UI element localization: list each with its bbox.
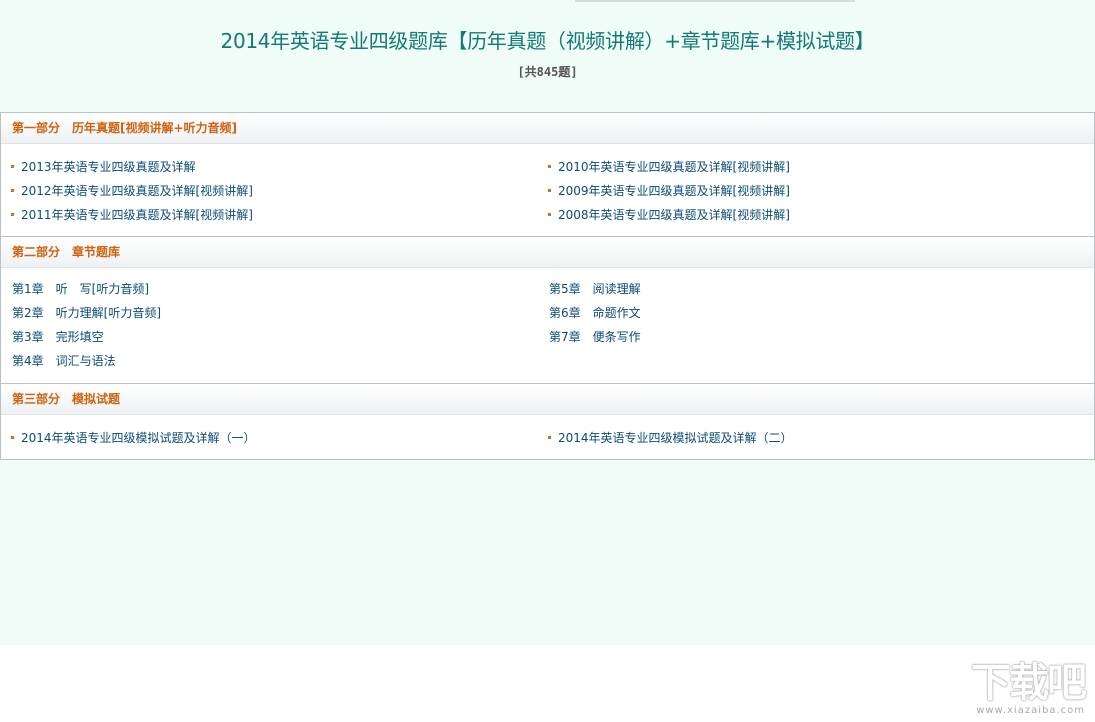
section-heading: 第二部分 章节题库 <box>1 237 1094 268</box>
watermark-logo: 下载吧 www.xiazaiba.com <box>971 660 1087 716</box>
link-2008-exam[interactable]: 2008年英语专业四级真题及详解[视频讲解] <box>548 207 790 223</box>
watermark-text: 下载吧 <box>971 660 1087 706</box>
link-2012-exam[interactable]: 2012年英语专业四级真题及详解[视频讲解] <box>11 183 253 199</box>
top-edge-shadow <box>575 0 855 2</box>
section-chapter-bank: 第二部分 章节题库 第1章 听 写[听力音频] 第2章 听力理解[听力音频] 第… <box>1 236 1094 383</box>
link-chapter-3[interactable]: 第3章 完形填空 <box>12 329 104 345</box>
link-chapter-2[interactable]: 第2章 听力理解[听力音频] <box>12 305 161 321</box>
link-2011-exam[interactable]: 2011年英语专业四级真题及详解[视频讲解] <box>11 207 253 223</box>
link-mock-exam-1[interactable]: 2014年英语专业四级模拟试题及详解（一） <box>11 430 256 446</box>
link-chapter-4[interactable]: 第4章 词汇与语法 <box>12 353 116 369</box>
question-count: [共845题] <box>517 65 578 79</box>
section-past-exams: 第一部分 历年真题[视频讲解+听力音频] 2013年英语专业四级真题及详解 20… <box>1 113 1094 236</box>
link-2009-exam[interactable]: 2009年英语专业四级真题及详解[视频讲解] <box>548 183 790 199</box>
contents-table: 第一部分 历年真题[视频讲解+听力音频] 2013年英语专业四级真题及详解 20… <box>0 112 1095 460</box>
link-2013-exam[interactable]: 2013年英语专业四级真题及详解 <box>11 159 196 175</box>
page-title: 2014年英语专业四级题库【历年真题（视频讲解）+章节题库+模拟试题】 <box>220 29 875 53</box>
section-heading: 第三部分 模拟试题 <box>1 384 1094 415</box>
link-mock-exam-2[interactable]: 2014年英语专业四级模拟试题及详解（二） <box>548 430 793 446</box>
watermark-url: www.xiazaiba.com <box>976 705 1085 716</box>
link-chapter-5[interactable]: 第5章 阅读理解 <box>549 281 641 297</box>
link-chapter-6[interactable]: 第6章 命题作文 <box>549 305 641 321</box>
link-chapter-1[interactable]: 第1章 听 写[听力音频] <box>12 281 149 297</box>
page-background: 2014年英语专业四级题库【历年真题（视频讲解）+章节题库+模拟试题】 [共84… <box>0 0 1095 645</box>
link-2010-exam[interactable]: 2010年英语专业四级真题及详解[视频讲解] <box>548 159 790 175</box>
section-mock-exams: 第三部分 模拟试题 2014年英语专业四级模拟试题及详解（一） 2014年英语专… <box>1 383 1094 459</box>
link-chapter-7[interactable]: 第7章 便条写作 <box>549 329 641 345</box>
section-heading: 第一部分 历年真题[视频讲解+听力音频] <box>1 113 1094 144</box>
